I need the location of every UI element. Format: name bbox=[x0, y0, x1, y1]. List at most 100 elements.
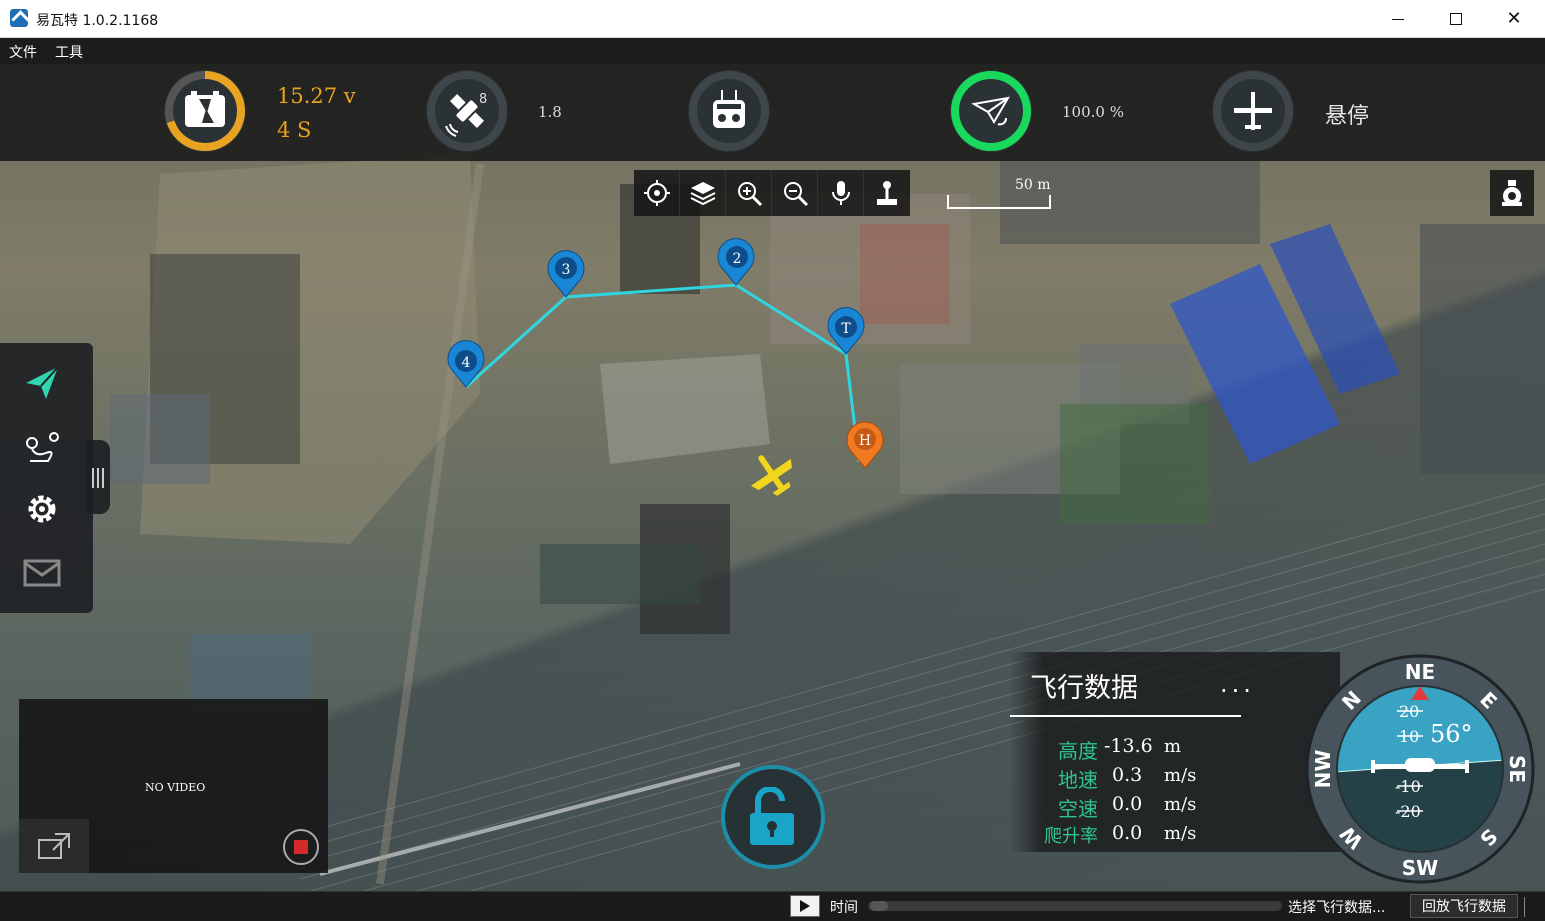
window-title: 易瓦特 1.0.2.1168 bbox=[36, 13, 159, 29]
battery-voltage: 15.27 v bbox=[277, 84, 356, 108]
air-speed-value: 0.0 bbox=[1112, 793, 1143, 815]
compass-label-ne: NE bbox=[1405, 660, 1435, 684]
remote-controller-gauge[interactable] bbox=[688, 70, 770, 152]
play-button[interactable] bbox=[790, 895, 820, 917]
locate-button[interactable] bbox=[634, 170, 680, 216]
locate-icon bbox=[643, 180, 670, 206]
record-stop-icon bbox=[294, 840, 308, 854]
compass-label-se: SE bbox=[1505, 755, 1529, 783]
sidebar-handle-grip-icon bbox=[92, 468, 104, 488]
gps-hdop: 1.8 bbox=[538, 103, 562, 121]
compass-label-nw: NW bbox=[1311, 750, 1335, 789]
paper-plane-signal-icon bbox=[951, 71, 1031, 151]
close-icon: ✕ bbox=[1506, 8, 1522, 29]
mail-icon bbox=[23, 559, 61, 587]
flight-data-more-button[interactable]: ... bbox=[1220, 670, 1255, 698]
mission-send-button[interactable] bbox=[18, 359, 66, 407]
joystick-button[interactable] bbox=[864, 170, 910, 216]
resize-grip[interactable] bbox=[1524, 897, 1540, 917]
menu-tools[interactable]: 工具 bbox=[55, 42, 83, 62]
menu-file[interactable]: 文件 bbox=[9, 42, 37, 62]
route-planning-button[interactable] bbox=[18, 423, 66, 471]
close-button[interactable]: ✕ bbox=[1485, 0, 1543, 38]
flight-data-divider bbox=[1010, 715, 1241, 717]
send-icon bbox=[26, 366, 59, 399]
air-speed-unit: m/s bbox=[1164, 794, 1197, 815]
flight-mode: 悬停 bbox=[1325, 104, 1370, 129]
record-button[interactable] bbox=[283, 829, 319, 865]
pitch-tick-20: 20 bbox=[1399, 702, 1419, 721]
unlock-padlock-icon bbox=[750, 787, 794, 845]
zoom-in-button[interactable] bbox=[726, 170, 772, 216]
map-scale-bar bbox=[947, 195, 1051, 209]
signal-gauge[interactable] bbox=[950, 70, 1032, 152]
replay-flight-data-button[interactable]: 回放飞行数据 bbox=[1410, 894, 1518, 918]
layers-button[interactable] bbox=[680, 170, 726, 216]
gimbal-camera-button[interactable] bbox=[1490, 170, 1534, 216]
ground-speed-value: 0.3 bbox=[1112, 764, 1143, 786]
flight-data-row-climb-rate: 爬升率 0.0 m/s bbox=[1030, 822, 1280, 850]
heading-readout: 56° bbox=[1430, 720, 1473, 748]
climb-rate-unit: m/s bbox=[1164, 823, 1197, 844]
select-flight-data-link[interactable]: 选择飞行数据... bbox=[1288, 897, 1385, 917]
playback-timeline-slider[interactable] bbox=[868, 901, 1282, 911]
climb-rate-value: 0.0 bbox=[1112, 822, 1143, 844]
minimize-button[interactable] bbox=[1369, 0, 1427, 38]
time-label: 时间 bbox=[830, 900, 858, 916]
altitude-label: 高度 bbox=[1058, 739, 1098, 763]
pitch-tick-minus-10: -10 bbox=[1395, 777, 1421, 796]
expand-window-icon bbox=[38, 833, 70, 859]
airplane-icon bbox=[1213, 71, 1293, 151]
app-logo-icon bbox=[10, 9, 28, 27]
title-bar: 易瓦特 1.0.2.1168 ✕ bbox=[0, 0, 1545, 38]
flight-data-title: 飞行数据 bbox=[1030, 673, 1138, 704]
ground-speed-unit: m/s bbox=[1164, 765, 1197, 786]
no-video-text: NO VIDEO bbox=[145, 781, 206, 794]
app-window: 易瓦特 1.0.2.1168 ✕ 文件 工具 4 3 2 T H 15.27 v… bbox=[0, 0, 1545, 921]
maximize-icon bbox=[1450, 13, 1462, 25]
map-toolbar bbox=[634, 170, 910, 216]
gps-gauge[interactable] bbox=[426, 70, 508, 152]
compass-attitude-indicator: 20 10 -10 -20 56° NE E SE S SW W NW N bbox=[1305, 654, 1535, 884]
settings-gear-icon bbox=[28, 495, 56, 523]
menu-bar: 文件 工具 bbox=[0, 38, 1545, 64]
maximize-button[interactable] bbox=[1427, 0, 1485, 38]
pitch-tick-10: 10 bbox=[1399, 727, 1419, 746]
air-speed-label: 空速 bbox=[1058, 797, 1098, 821]
altitude-value: -13.6 bbox=[1104, 735, 1153, 757]
altitude-unit: m bbox=[1164, 736, 1182, 757]
layers-icon bbox=[690, 182, 715, 206]
left-sidebar bbox=[0, 343, 93, 613]
voice-button[interactable] bbox=[818, 170, 864, 216]
route-planning-icon bbox=[26, 432, 59, 462]
battery-cells: 4 S bbox=[277, 118, 312, 142]
flight-mode-gauge[interactable] bbox=[1212, 70, 1294, 152]
gimbal-camera-icon bbox=[1502, 180, 1522, 206]
zoom-in-icon bbox=[737, 182, 762, 207]
gps-satellite-count: 8 bbox=[479, 92, 488, 107]
video-expand-button[interactable] bbox=[19, 819, 89, 873]
map-scale-label: 50 m bbox=[1015, 177, 1051, 193]
ground-speed-label: 地速 bbox=[1058, 768, 1098, 792]
minimize-icon bbox=[1392, 18, 1404, 20]
battery-gauge[interactable] bbox=[164, 70, 246, 152]
signal-percent: 100.0 % bbox=[1062, 103, 1124, 121]
compass-label-sw: SW bbox=[1402, 856, 1438, 880]
microphone-icon bbox=[831, 181, 850, 205]
battery-icon bbox=[185, 91, 225, 127]
play-icon bbox=[800, 900, 810, 912]
joystick-icon bbox=[877, 181, 897, 205]
flight-data-row-air-speed: 空速 0.0 m/s bbox=[1030, 793, 1280, 821]
unlock-arm-button[interactable] bbox=[721, 765, 825, 869]
timeline-thumb[interactable] bbox=[870, 901, 888, 911]
settings-button[interactable] bbox=[18, 485, 66, 533]
flight-data-row-ground-speed: 地速 0.3 m/s bbox=[1030, 764, 1280, 792]
climb-rate-label: 爬升率 bbox=[1044, 826, 1098, 847]
pitch-tick-minus-20: -20 bbox=[1395, 802, 1421, 821]
satellite-icon bbox=[427, 71, 507, 151]
flight-data-row-altitude: 高度 -13.6 m bbox=[1030, 735, 1280, 763]
zoom-out-icon bbox=[783, 182, 808, 207]
remote-controller-icon bbox=[689, 71, 769, 151]
zoom-out-button[interactable] bbox=[772, 170, 818, 216]
messages-button[interactable] bbox=[18, 549, 66, 597]
